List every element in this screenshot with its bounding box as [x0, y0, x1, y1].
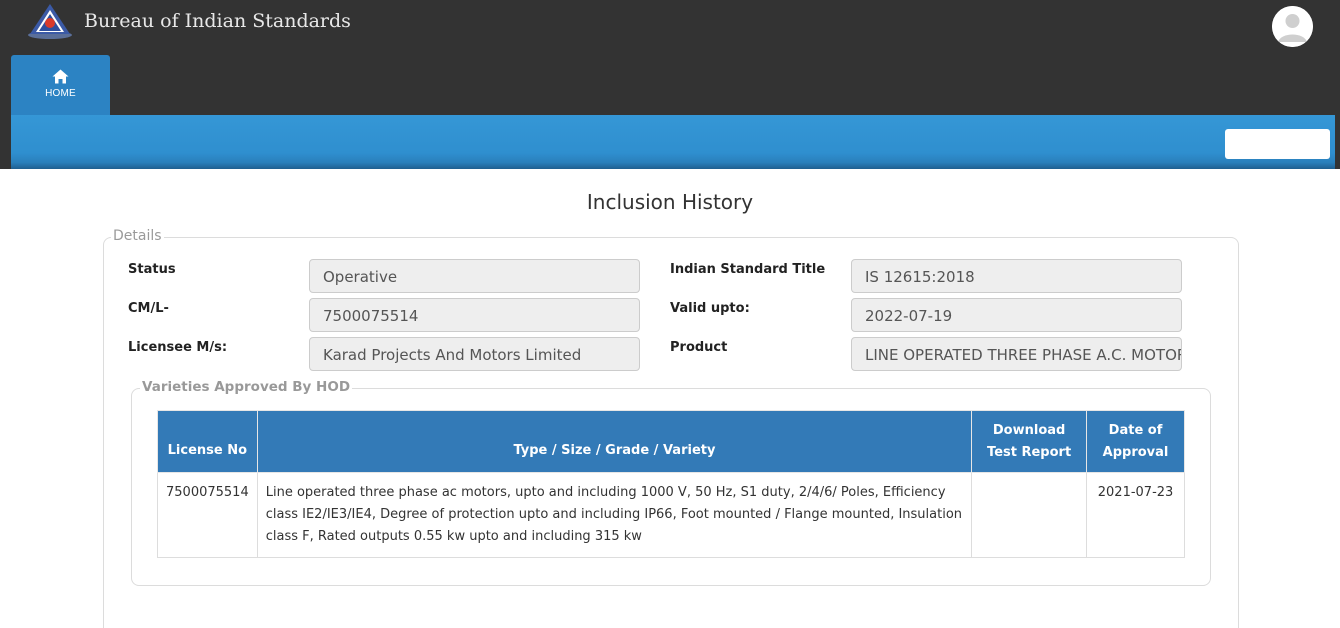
- cell-date: 2021-07-23: [1086, 472, 1185, 558]
- home-tab-label: HOME: [45, 88, 76, 99]
- status-field[interactable]: Operative: [309, 259, 640, 293]
- col-license-no: License No: [157, 410, 258, 473]
- bis-logo-icon[interactable]: [26, 2, 74, 40]
- col-download-test-report: Download Test Report: [971, 410, 1088, 473]
- col-type-size-grade-variety: Type / Size / Grade / Variety: [256, 410, 973, 473]
- varieties-table: License No Type / Size / Grade / Variety…: [157, 410, 1185, 558]
- nav-search-box[interactable]: [1225, 129, 1330, 159]
- status-label: Status: [128, 262, 176, 277]
- licensee-label: Licensee M/s:: [128, 340, 228, 355]
- user-avatar-icon[interactable]: [1272, 6, 1313, 47]
- product-field[interactable]: LINE OPERATED THREE PHASE A.C. MOTORS: [851, 337, 1182, 371]
- cell-download[interactable]: [971, 472, 1088, 558]
- site-title: Bureau of Indian Standards: [84, 10, 351, 32]
- nav-bar: [11, 115, 1335, 169]
- standard-title-field[interactable]: IS 12615:2018: [851, 259, 1182, 293]
- valid-upto-field[interactable]: 2022-07-19: [851, 298, 1182, 332]
- cell-type: Line operated three phase ac motors, upt…: [256, 472, 973, 558]
- valid-upto-label: Valid upto:: [670, 301, 750, 316]
- cml-label: CM/L-: [128, 301, 169, 316]
- col-date-of-approval: Date of Approval: [1086, 410, 1185, 473]
- col-download-line2: Test Report: [987, 444, 1072, 460]
- home-icon: [52, 69, 69, 84]
- cml-field[interactable]: 7500075514: [309, 298, 640, 332]
- col-download-line1: Download: [992, 422, 1066, 438]
- varieties-legend: Varieties Approved By HOD: [140, 379, 353, 395]
- page-title: Inclusion History: [586, 190, 754, 214]
- col-date-line2: Approval: [1102, 444, 1169, 460]
- table-row: 7500075514 Line operated three phase ac …: [157, 472, 1185, 558]
- details-legend: Details: [111, 228, 164, 244]
- table-header-row: License No Type / Size / Grade / Variety…: [157, 410, 1185, 473]
- standard-title-label: Indian Standard Title: [670, 262, 826, 277]
- product-label: Product: [670, 340, 728, 355]
- cell-license-no: 7500075514: [157, 472, 258, 558]
- licensee-field[interactable]: Karad Projects And Motors Limited: [309, 337, 640, 371]
- col-date-line1: Date of: [1108, 422, 1163, 438]
- tab-home[interactable]: HOME: [11, 55, 110, 117]
